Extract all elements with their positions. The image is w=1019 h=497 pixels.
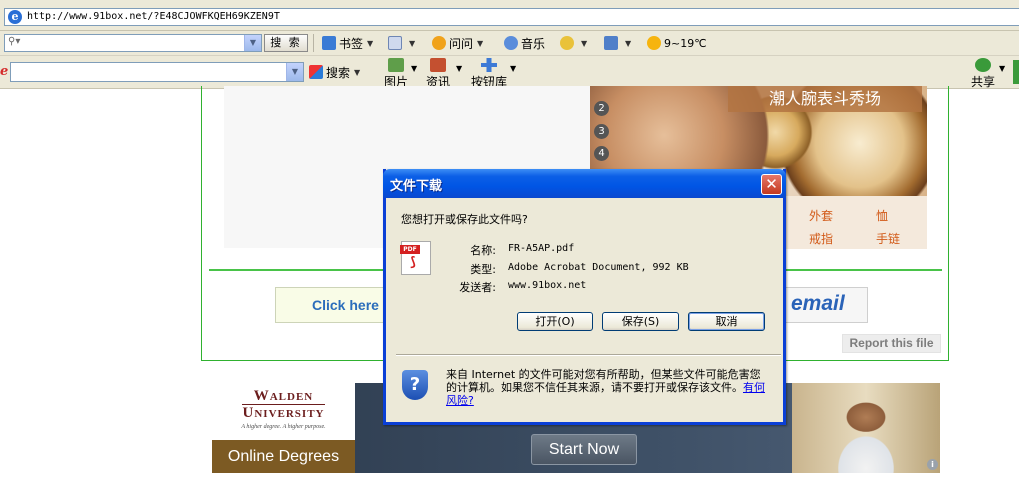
picture-icon bbox=[388, 58, 404, 72]
paw-icon bbox=[309, 65, 323, 79]
address-bar: e http://www.91box.net/?E48CJOWFKQEH69KZ… bbox=[0, 0, 1019, 31]
click-here-button[interactable]: Click here bbox=[275, 287, 385, 323]
file-source-value: www.91box.net bbox=[508, 280, 587, 291]
dialog-close-button[interactable]: ✕ bbox=[761, 174, 782, 195]
ad-link[interactable]: 恤 bbox=[876, 207, 888, 224]
toolbar2-search-input[interactable]: ▼ bbox=[10, 62, 304, 82]
mail-button[interactable]: ▼ bbox=[388, 33, 415, 53]
dialog-warning-text: 来自 Internet 的文件可能对您有所帮助，但某些文件可能危害您的计算机。如… bbox=[446, 368, 761, 394]
cancel-button[interactable]: 取消 bbox=[688, 312, 765, 331]
file-type-value: Adobe Acrobat Document, 992 KB bbox=[508, 262, 689, 273]
watch-ad-title[interactable]: 潮人腕表斗秀场 bbox=[728, 86, 922, 112]
dialog-title-bar[interactable] bbox=[383, 169, 786, 198]
file-name-value: FR-A5AP.pdf bbox=[508, 243, 575, 254]
news-chevron-icon[interactable]: ▼ bbox=[456, 64, 462, 73]
weather-label: 9~19℃ bbox=[664, 36, 707, 50]
chevron-down-icon[interactable]: ▼ bbox=[244, 35, 261, 51]
ad-link[interactable]: 外套 bbox=[809, 207, 833, 224]
report-file-button[interactable]: Report this file bbox=[842, 334, 941, 353]
bookmarks-button[interactable]: 书签 ▼ bbox=[322, 33, 373, 53]
open-button[interactable]: 打开(O) bbox=[517, 312, 593, 331]
toolbar-separator bbox=[313, 34, 314, 52]
toolbar2-search-label: 搜索 bbox=[326, 65, 351, 80]
dialog-question: 您想打开或保存此文件吗? bbox=[401, 213, 528, 226]
share-label: 共享 bbox=[970, 75, 995, 89]
shopping-button[interactable]: ▼ bbox=[604, 33, 631, 53]
start-now-button[interactable]: Start Now bbox=[531, 434, 637, 465]
button-library-chevron-icon[interactable]: ▼ bbox=[510, 64, 516, 73]
bookmark-icon bbox=[322, 36, 336, 50]
save-button[interactable]: 保存(S) bbox=[602, 312, 679, 331]
dialog-warning: 来自 Internet 的文件可能对您有所帮助，但某些文件可能危害您的计算机。如… bbox=[446, 368, 766, 407]
online-degrees-label[interactable]: Online Degrees bbox=[212, 440, 355, 473]
mail-icon bbox=[388, 36, 402, 50]
ie-page-icon: e bbox=[8, 10, 22, 24]
cart-icon bbox=[604, 36, 618, 50]
game-icon bbox=[560, 36, 574, 50]
walden-name-line1: Walden bbox=[253, 388, 314, 404]
toolbar-search-button[interactable]: 搜 索 bbox=[264, 34, 308, 52]
magnifier-icon: ⚲▾ bbox=[8, 36, 21, 47]
music-label: 音乐 bbox=[521, 36, 546, 51]
music-note-icon bbox=[504, 36, 518, 50]
address-field[interactable]: e http://www.91box.net/?E48CJOWFKQEH69KZ… bbox=[4, 8, 1019, 26]
sun-icon bbox=[647, 36, 661, 50]
share-button[interactable]: 共享 bbox=[968, 58, 998, 90]
ad-link[interactable]: 戒指 bbox=[809, 230, 833, 247]
toolbar-logo[interactable]: e bbox=[0, 64, 8, 79]
file-type-label: 类型: bbox=[470, 263, 496, 276]
ad-info-icon[interactable]: i bbox=[927, 459, 938, 470]
address-url[interactable]: http://www.91box.net/?E48CJOWFKQEH69KZEN… bbox=[27, 11, 280, 22]
question-icon bbox=[432, 36, 446, 50]
plus-icon bbox=[481, 58, 497, 72]
toolbar-overflow[interactable] bbox=[1013, 60, 1019, 84]
shield-help-icon: ? bbox=[402, 370, 428, 400]
qa-button[interactable]: 问问 ▼ bbox=[432, 33, 483, 53]
toolbar-search-input[interactable]: ⚲▾ ▼ bbox=[4, 34, 262, 52]
weather-button[interactable]: 9~19℃ bbox=[647, 33, 707, 53]
walden-tagline: A higher degree. A higher purpose. bbox=[241, 424, 326, 430]
walden-ad-photo[interactable] bbox=[792, 383, 940, 473]
carousel-dot[interactable]: 3 bbox=[594, 124, 609, 139]
dialog-divider bbox=[396, 354, 781, 356]
images-chevron-icon[interactable]: ▼ bbox=[411, 64, 417, 73]
music-button[interactable]: 音乐 bbox=[504, 33, 545, 53]
share-chevron-icon[interactable]: ▼ bbox=[999, 64, 1005, 73]
baidu-toolbar: e ▼ 搜索 ▼ 图片 ▼ 资讯 ▼ 按钮库 ▼ 共享 ▼ bbox=[0, 56, 1019, 89]
bookmarks-label: 书签 bbox=[339, 36, 364, 51]
walden-name-line2: University bbox=[242, 404, 325, 421]
carousel-dot[interactable]: 4 bbox=[594, 146, 609, 161]
dialog-title: 文件下载 bbox=[390, 179, 443, 194]
walden-logo: Walden University bbox=[212, 388, 355, 421]
news-icon bbox=[430, 58, 446, 72]
game-button[interactable]: ▼ bbox=[560, 33, 587, 53]
file-source-label: 发送者: bbox=[459, 281, 496, 294]
qa-label: 问问 bbox=[449, 36, 474, 51]
chevron-down-icon[interactable]: ▼ bbox=[286, 63, 303, 81]
toolbar2-search-button[interactable]: 搜索 ▼ bbox=[309, 62, 360, 82]
carousel-dot[interactable]: 2 bbox=[594, 101, 609, 116]
file-name-label: 名称: bbox=[470, 244, 496, 257]
share-icon bbox=[975, 58, 991, 72]
ad-link[interactable]: 手链 bbox=[876, 230, 900, 247]
email-button[interactable]: email bbox=[778, 287, 868, 323]
search-toolbar: ⚲▾ ▼ 搜 索 书签 ▼ ▼ 问问 ▼ 音乐 ▼ ▼ 9~19℃ bbox=[0, 31, 1019, 56]
